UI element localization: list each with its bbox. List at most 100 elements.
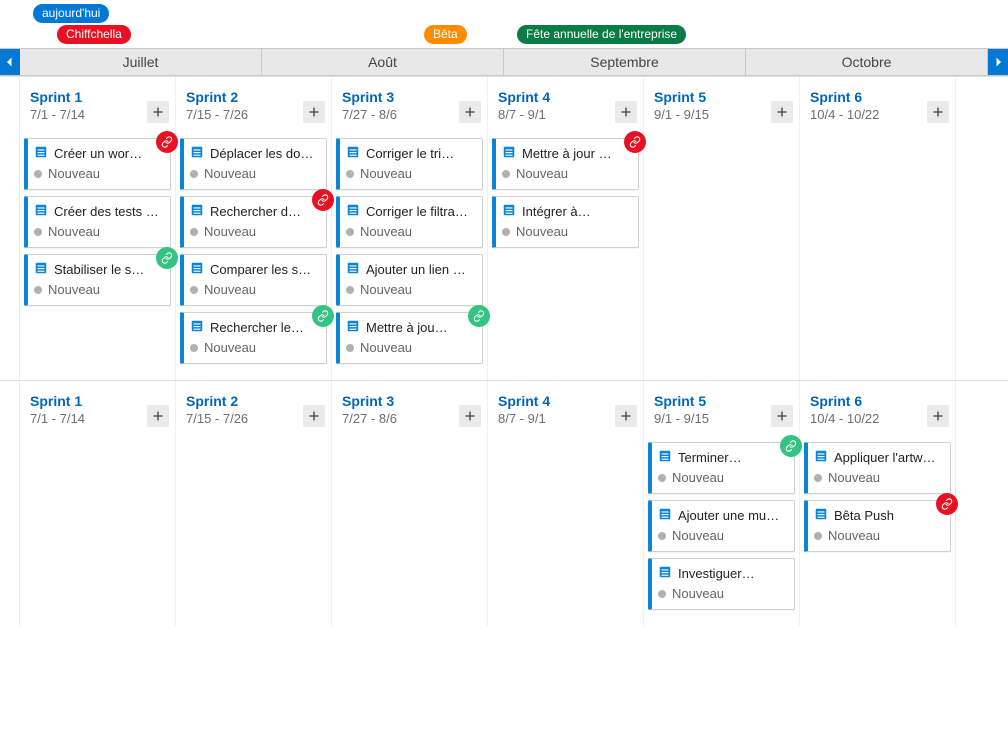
add-card-button[interactable] <box>927 405 949 427</box>
add-card-button[interactable] <box>459 101 481 123</box>
month-header: Août <box>262 49 504 75</box>
sprint-title: Sprint 3 <box>342 393 477 409</box>
work-item-icon <box>346 261 360 278</box>
work-item-icon <box>814 507 828 524</box>
link-badge-icon[interactable] <box>780 435 802 457</box>
link-badge-icon[interactable] <box>156 247 178 269</box>
work-item-card[interactable]: Investiguer… Nouveau <box>648 558 795 610</box>
work-item-icon <box>346 319 360 336</box>
card-state: Nouveau <box>672 528 724 543</box>
marker-today: aujourd'hui <box>33 4 109 23</box>
work-item-card[interactable]: Mettre à jou…Nouveau <box>336 312 483 364</box>
work-item-card[interactable]: Terminer…Nouveau <box>648 442 795 494</box>
link-badge-icon[interactable] <box>312 305 334 327</box>
work-item-card[interactable]: Corriger le filtra…Nouveau <box>336 196 483 248</box>
sprint-header: Sprint 610/4 - 10/22 <box>800 381 955 430</box>
swim-lane: Sprint 17/1 - 7/14Créer un wor…NouveauCr… <box>0 76 1008 380</box>
state-dot-icon <box>34 286 42 294</box>
work-item-icon <box>346 145 360 162</box>
work-item-icon <box>346 203 360 220</box>
link-badge-icon[interactable] <box>156 131 178 153</box>
add-card-button[interactable] <box>303 405 325 427</box>
months-header: JuilletAoûtSeptembreOctobre <box>20 49 988 75</box>
nav-prev-button[interactable] <box>0 49 20 75</box>
card-title: Investiguer… <box>678 566 786 581</box>
card-list: Créer un wor…Nouveau Créer des tests …Nou… <box>20 126 175 322</box>
link-badge-icon[interactable] <box>312 189 334 211</box>
sprint-dates: 10/4 - 10/22 <box>810 411 945 426</box>
state-dot-icon <box>502 170 510 178</box>
add-card-button[interactable] <box>771 101 793 123</box>
work-item-card[interactable]: Intégrer à…Nouveau <box>492 196 639 248</box>
work-item-card[interactable]: Mettre à jour …Nouveau <box>492 138 639 190</box>
card-state: Nouveau <box>204 282 256 297</box>
add-card-button[interactable] <box>303 101 325 123</box>
work-item-card[interactable]: Déplacer les do…Nouveau <box>180 138 327 190</box>
sprint-column: Sprint 59/1 - 9/15 Terminer…Nouveau Ajoute… <box>644 381 800 626</box>
month-header: Septembre <box>504 49 746 75</box>
link-badge-icon[interactable] <box>936 493 958 515</box>
work-item-icon <box>190 203 204 220</box>
link-badge-icon[interactable] <box>624 131 646 153</box>
card-title: Rechercher le… <box>210 320 318 335</box>
card-list <box>800 126 955 142</box>
work-item-card[interactable]: Stabiliser le s…Nouveau <box>24 254 171 306</box>
work-item-card[interactable]: Corriger le tri…Nouveau <box>336 138 483 190</box>
card-state: Nouveau <box>48 166 100 181</box>
marker-event-3: Fête annuelle de l'entreprise <box>517 25 686 44</box>
card-title: Bêta Push <box>834 508 942 523</box>
work-item-card[interactable]: Comparer les s…Nouveau <box>180 254 327 306</box>
work-item-card[interactable]: Créer des tests …Nouveau <box>24 196 171 248</box>
work-item-card[interactable]: Bêta Push Nouveau <box>804 500 951 552</box>
sprint-dates: 7/27 - 8/6 <box>342 107 477 122</box>
card-title: Stabiliser le s… <box>54 262 162 277</box>
sprint-column: Sprint 37/27 - 8/6 <box>332 381 488 626</box>
work-item-card[interactable]: Appliquer l'artw…Nouveau <box>804 442 951 494</box>
card-state: Nouveau <box>360 224 412 239</box>
work-item-card[interactable]: Rechercher le…Nouveau <box>180 312 327 364</box>
marker-event-2: Bêta <box>424 25 467 44</box>
sprint-column: Sprint 610/4 - 10/22 <box>800 77 956 380</box>
sprint-title: Sprint 6 <box>810 89 945 105</box>
work-item-card[interactable]: Créer un wor…Nouveau <box>24 138 171 190</box>
add-card-button[interactable] <box>147 101 169 123</box>
sprint-header: Sprint 59/1 - 9/15 <box>644 381 799 430</box>
state-dot-icon <box>658 590 666 598</box>
link-badge-icon[interactable] <box>468 305 490 327</box>
add-card-button[interactable] <box>615 101 637 123</box>
work-item-card[interactable]: Ajouter une mu…Nouveau <box>648 500 795 552</box>
work-item-icon <box>190 145 204 162</box>
card-list <box>488 430 643 446</box>
work-item-icon <box>658 449 672 466</box>
sprint-title: Sprint 1 <box>30 393 165 409</box>
state-dot-icon <box>658 532 666 540</box>
work-item-icon <box>34 261 48 278</box>
sprint-header: Sprint 27/15 - 7/26 <box>176 381 331 430</box>
sprint-title: Sprint 5 <box>654 393 789 409</box>
state-dot-icon <box>502 228 510 236</box>
sprint-title: Sprint 4 <box>498 393 633 409</box>
state-dot-icon <box>346 228 354 236</box>
nav-next-button[interactable] <box>988 49 1008 75</box>
sprint-dates: 8/7 - 9/1 <box>498 107 633 122</box>
add-card-button[interactable] <box>927 101 949 123</box>
card-state: Nouveau <box>672 586 724 601</box>
add-card-button[interactable] <box>771 405 793 427</box>
card-title: Mettre à jou… <box>366 320 474 335</box>
sprint-header: Sprint 48/7 - 9/1 <box>488 381 643 430</box>
sprint-header: Sprint 59/1 - 9/15 <box>644 77 799 126</box>
add-card-button[interactable] <box>615 405 637 427</box>
add-card-button[interactable] <box>147 405 169 427</box>
sprint-header: Sprint 610/4 - 10/22 <box>800 77 955 126</box>
work-item-card[interactable]: Ajouter un lien …Nouveau <box>336 254 483 306</box>
add-card-button[interactable] <box>459 405 481 427</box>
state-dot-icon <box>814 532 822 540</box>
card-list <box>20 430 175 446</box>
card-list <box>644 126 799 142</box>
sprint-column: Sprint 27/15 - 7/26 <box>176 381 332 626</box>
work-item-icon <box>190 261 204 278</box>
work-item-card[interactable]: Rechercher d…Nouveau <box>180 196 327 248</box>
card-state: Nouveau <box>828 528 880 543</box>
card-list: Déplacer les do…Nouveau Rechercher d…Nouv… <box>176 126 331 380</box>
sprint-column: Sprint 48/7 - 9/1 <box>488 381 644 626</box>
